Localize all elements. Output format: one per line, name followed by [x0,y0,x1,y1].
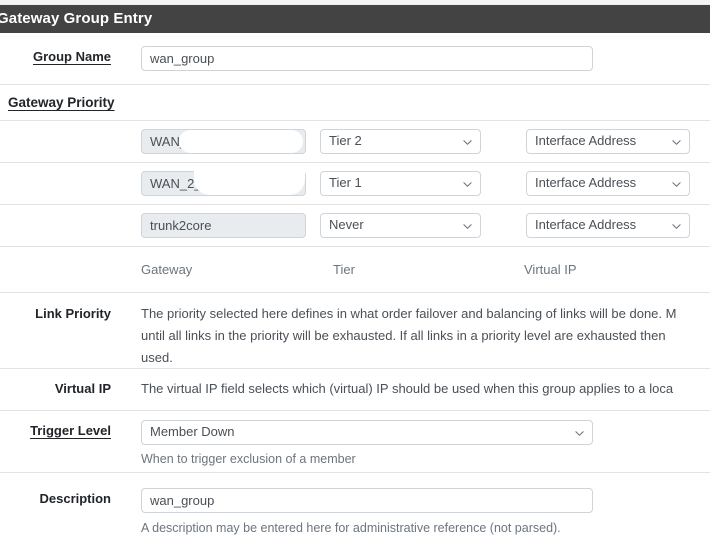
chevron-down-icon [463,222,472,231]
description-help: A description may be entered here for ad… [141,521,561,535]
gateway-tier-value: Tier 1 [329,175,362,190]
gateway-virtual-ip-select[interactable]: Interface Address [526,171,690,196]
link-priority-label: Link Priority [35,306,111,321]
gateway-tier-cell: Tier 1 [320,171,481,196]
gateway-tier-value: Never [329,217,364,232]
group-name-row: Group Name [0,33,710,84]
gateway-name-cell [141,129,306,154]
group-name-label[interactable]: Group Name [0,49,111,64]
panel-title: Gateway Group Entry [0,10,153,27]
gateway-priority-column-headers: Gateway Tier Virtual IP [0,246,710,292]
gateway-name-cell [141,213,306,238]
description-field-wrap: A description may be entered here for ad… [141,488,710,536]
form-body: Group Name Gateway Priority Tier 2 [0,33,710,536]
link-priority-line: The priority selected here defines in wh… [141,306,677,321]
gateway-tier-select[interactable]: Never [320,213,481,238]
link-priority-line: until all links in the priority will be … [141,328,666,343]
chevron-down-icon [463,138,472,147]
gateway-group-entry-page: Gateway Group Entry Group Name Gateway P… [0,0,710,536]
gateway-priority-row: Tier 2 Interface Address [0,120,710,162]
gateway-name-input[interactable] [141,213,306,238]
description-label: Description [39,491,111,506]
gateway-virtual-ip-value: Interface Address [535,133,637,148]
gateway-tier-cell: Tier 2 [320,129,481,154]
gateway-priority-row: Never Interface Address [0,204,710,246]
gateway-virtual-ip-select[interactable]: Interface Address [526,213,690,238]
gateway-virtual-ip-value: Interface Address [535,217,637,232]
trigger-level-field-wrap: Member Down When to trigger exclusion of… [141,420,710,469]
gateway-name-cell [141,171,306,196]
chevron-down-icon [672,180,681,189]
gateway-priority-heading[interactable]: Gateway Priority [8,95,115,110]
link-priority-description: The priority selected here defines in wh… [141,303,710,368]
trigger-level-label[interactable]: Trigger Level [0,423,111,438]
virtual-ip-description: The virtual IP field selects which (virt… [141,378,710,400]
gateway-tier-value: Tier 2 [329,133,362,148]
virtual-ip-row: Virtual IP The virtual IP field selects … [0,368,710,410]
virtual-ip-description-text: The virtual IP field selects which (virt… [141,381,674,396]
trigger-level-select[interactable]: Member Down [141,420,593,445]
column-header-tier: Tier [333,262,355,277]
gateway-virtual-ip-cell: Interface Address [526,171,690,196]
redaction-overlay [194,171,305,195]
column-header-virtual-ip: Virtual IP [524,262,577,277]
link-priority-row: Link Priority The priority selected here… [0,292,710,368]
trigger-level-row: Trigger Level Member Down When to trigge… [0,410,710,472]
gateway-virtual-ip-value: Interface Address [535,175,637,190]
gateway-priority-row: Tier 1 Interface Address [0,162,710,204]
chevron-down-icon [575,429,584,438]
trigger-level-value: Member Down [150,424,235,439]
gateway-virtual-ip-cell: Interface Address [526,213,690,238]
panel-header: Gateway Group Entry [0,5,710,33]
trigger-level-help: When to trigger exclusion of a member [141,452,356,466]
gateway-tier-select[interactable]: Tier 2 [320,129,481,154]
gateway-priority-section-row: Gateway Priority [0,84,710,120]
virtual-ip-label: Virtual IP [54,381,111,396]
chevron-down-icon [672,138,681,147]
gateway-tier-cell: Never [320,213,481,238]
gateway-virtual-ip-select[interactable]: Interface Address [526,129,690,154]
column-header-gateway: Gateway [141,262,193,277]
link-priority-line: used. [141,350,173,365]
chevron-down-icon [463,180,472,189]
description-input[interactable] [141,488,593,513]
description-row: Description A description may be entered… [0,472,710,536]
group-name-input[interactable] [141,46,593,71]
gateway-tier-select[interactable]: Tier 1 [320,171,481,196]
chevron-down-icon [672,222,681,231]
redaction-overlay [179,130,303,153]
gateway-virtual-ip-cell: Interface Address [526,129,690,154]
group-name-field-wrap [141,46,710,71]
